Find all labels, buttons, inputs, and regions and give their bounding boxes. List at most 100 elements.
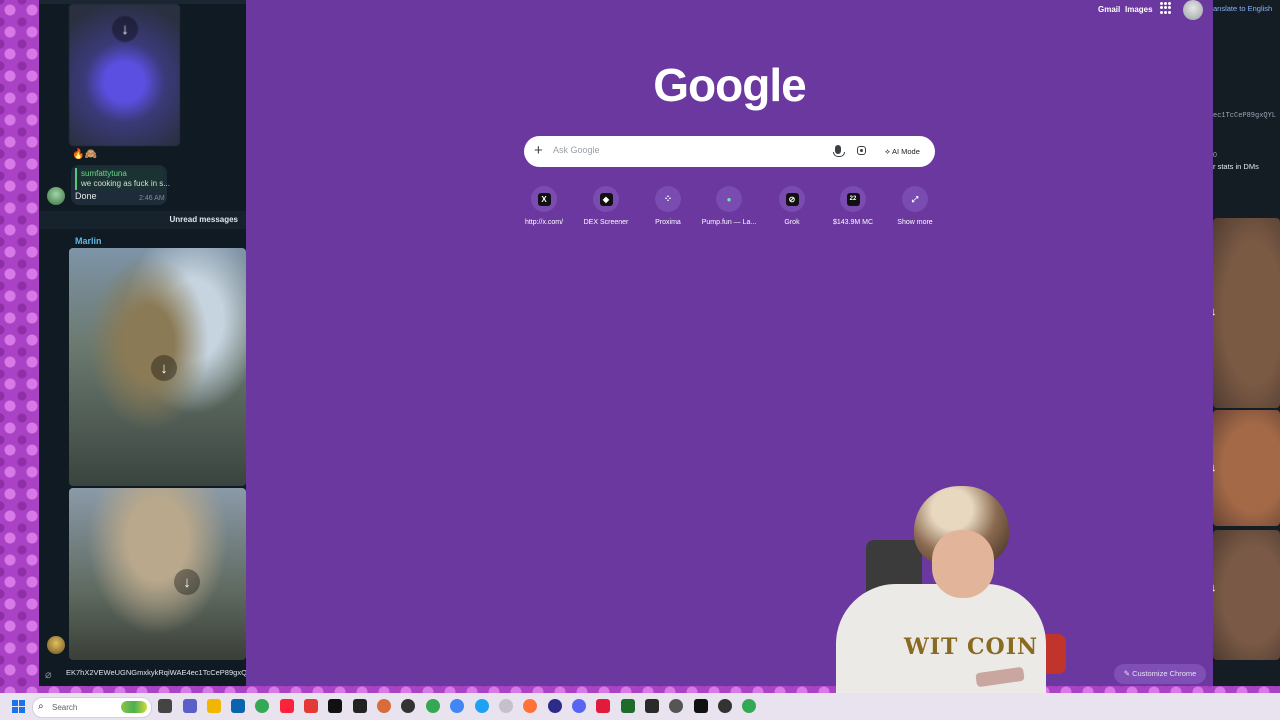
gmail-link[interactable]: Gmail [1098, 5, 1120, 14]
customize-chrome-button[interactable]: ✎ Customize Chrome [1114, 664, 1206, 684]
ai-mode-label: AI Mode [891, 147, 920, 156]
customize-label: Customize Chrome [1132, 669, 1197, 678]
shortcut-label: Show more [897, 219, 933, 226]
microphone-icon[interactable] [833, 145, 845, 157]
terminal-icon[interactable] [645, 699, 659, 713]
shortcut-label: Grok [784, 219, 800, 226]
windows-start-icon[interactable] [12, 700, 25, 713]
message-input[interactable]: EK7hX2VEWeUGNGmxkykRqiWAE4ec1TcCeP89gxQY… [66, 668, 246, 677]
download-icon[interactable]: ↓ [112, 16, 138, 42]
webcam-overlay: WIT COIN [836, 484, 1066, 700]
chrome-icon[interactable] [475, 699, 489, 713]
person-face [932, 530, 994, 598]
app-icon[interactable] [669, 699, 683, 713]
message-input-row: ⌀ EK7hX2VEWeUGNGmxkykRqiWAE4ec1TcCeP89gx… [39, 664, 246, 686]
message-text: Done [75, 191, 97, 201]
app-icon[interactable] [718, 699, 732, 713]
download-icon[interactable]: ↓ [1213, 582, 1217, 594]
claude-icon[interactable] [377, 699, 391, 713]
app-icon[interactable] [304, 699, 318, 713]
media-thumbnail[interactable]: ↓ [69, 248, 246, 486]
pill-icon: ● [726, 194, 732, 204]
download-icon[interactable]: ↓ [174, 569, 200, 595]
firefox-icon[interactable] [523, 699, 537, 713]
message-timestamp: 2:46 AM [139, 195, 165, 202]
music-icon[interactable] [280, 699, 294, 713]
attach-icon[interactable]: ⌀ [45, 668, 52, 681]
shortcut-proxima[interactable]: ⁘ Proxima [638, 186, 698, 226]
search-box[interactable]: + ⟡AI Mode [524, 136, 935, 167]
ai-sparkle-icon: ⟡ [885, 147, 890, 156]
translate-link[interactable]: anslate to English [1213, 4, 1272, 13]
download-icon[interactable]: ↓ [1213, 462, 1217, 474]
telegram-chat-panel: ↓ 🔥🙈 sumfattytuna we cooking as fuck in … [39, 0, 246, 686]
chrome-icon[interactable] [426, 699, 440, 713]
widgets-icon[interactable] [183, 699, 197, 713]
app-icon[interactable] [596, 699, 610, 713]
download-icon[interactable]: ↓ [1213, 306, 1217, 318]
windows-taskbar: ⌕ Search [0, 693, 1280, 720]
video-tile[interactable] [1213, 410, 1280, 526]
shortcut-x[interactable]: X http://x.com/ [514, 186, 574, 226]
reply-quote-text: we cooking as fuck in s... [81, 179, 170, 188]
search-highlight-icon [121, 701, 147, 713]
stats-text: r stats in DMs [1213, 162, 1259, 171]
right-side-panel: anslate to English ec1TcCeP89gxQYL 0 r s… [1213, 0, 1280, 686]
app-icon[interactable] [353, 699, 367, 713]
lens-icon[interactable] [857, 146, 866, 155]
file-explorer-icon[interactable] [207, 699, 221, 713]
unread-messages-divider: Unread messages [39, 211, 246, 229]
chart-app-icon: 22 [846, 192, 860, 206]
expand-icon: ⤢ [911, 194, 919, 204]
chrome-icon[interactable] [450, 699, 464, 713]
app-icon[interactable] [621, 699, 635, 713]
grok-icon: ⊘ [785, 192, 799, 206]
discord-icon[interactable] [572, 699, 586, 713]
shortcut-market-cap[interactable]: 22 $143.9M MC [823, 186, 883, 226]
taskbar-search-label: Search [52, 703, 78, 712]
shortcut-pumpfun[interactable]: ● Pump.fun — La... [699, 186, 759, 226]
chrome-icon[interactable] [255, 699, 269, 713]
chrome-icon[interactable] [499, 699, 513, 713]
google-logo: Google [653, 59, 806, 111]
download-icon[interactable]: ↓ [151, 355, 177, 381]
search-input[interactable] [551, 144, 825, 156]
shortcut-label: Pump.fun — La... [701, 219, 757, 226]
profile-avatar[interactable] [1183, 0, 1203, 20]
taskbar-search[interactable]: ⌕ Search [32, 697, 152, 718]
shirt-print: WIT COIN [904, 634, 1039, 660]
app-icon[interactable] [694, 699, 708, 713]
notion-icon[interactable] [328, 699, 342, 713]
chrome-new-tab-page: Gmail Images Google + ⟡AI Mode X http://… [246, 0, 1213, 686]
avatar[interactable] [47, 636, 65, 654]
images-link[interactable]: Images [1125, 5, 1153, 14]
x-icon: X [537, 192, 551, 206]
shortcut-grok[interactable]: ⊘ Grok [762, 186, 822, 226]
google-apps-icon[interactable] [1160, 2, 1172, 14]
shortcut-show-more[interactable]: ⤢ Show more [885, 186, 945, 226]
shortcut-dex-screener[interactable]: ◆ DEX Screener [576, 186, 636, 226]
chrome-icon[interactable] [742, 699, 756, 713]
pencil-icon: ✎ [1123, 669, 1133, 678]
shortcut-label: http://x.com/ [524, 219, 564, 226]
store-icon[interactable] [231, 699, 245, 713]
task-view-icon[interactable] [158, 699, 172, 713]
video-tile[interactable] [1213, 218, 1280, 408]
chatgpt-icon[interactable] [401, 699, 415, 713]
media-thumbnail[interactable]: ↓ [69, 488, 246, 660]
shortcut-label: $143.9M MC [832, 219, 874, 226]
dexscreener-icon: ◆ [599, 192, 613, 206]
message-reactions[interactable]: 🔥🙈 [72, 149, 97, 160]
ai-mode-button[interactable]: ⟡ AI Mode [879, 143, 926, 160]
address-fragment: ec1TcCeP89gxQYL [1213, 112, 1277, 120]
sender-name[interactable]: Marlin [75, 236, 102, 246]
add-icon[interactable]: + [534, 142, 543, 159]
app-icon[interactable] [548, 699, 562, 713]
video-tile[interactable] [1213, 530, 1280, 660]
media-thumbnail[interactable]: ↓ [69, 4, 180, 146]
search-icon: ⌕ [38, 701, 44, 712]
shortcut-label: Proxima [655, 219, 681, 226]
avatar[interactable] [47, 187, 65, 205]
shortcut-label: DEX Screener [583, 219, 629, 226]
proxima-icon: ⁘ [663, 193, 673, 205]
